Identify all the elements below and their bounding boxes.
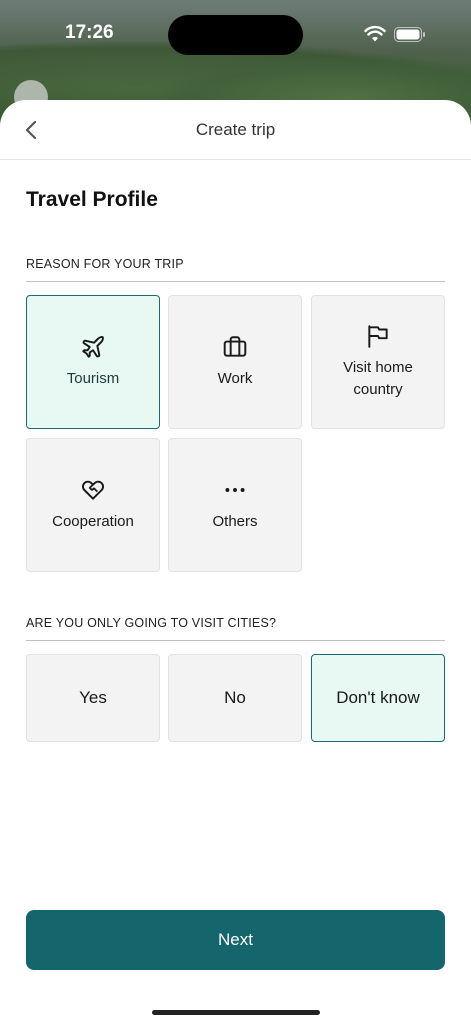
reason-divider	[26, 281, 445, 282]
battery-icon	[394, 27, 425, 42]
hand-heart-icon	[80, 477, 106, 503]
reason-option-label: Work	[217, 370, 253, 387]
cities-option-dont-know[interactable]: Don't know	[311, 654, 445, 742]
cities-option-no[interactable]: No	[168, 654, 302, 742]
reason-option-visit-home-country[interactable]: Visit home country	[311, 295, 445, 429]
plane-icon	[80, 334, 106, 360]
cities-option-label: No	[224, 688, 246, 707]
page-title: Travel Profile	[26, 188, 158, 211]
reason-option-label: Cooperation	[52, 513, 134, 530]
cities-option-yes[interactable]: Yes	[26, 654, 160, 742]
reason-option-label: Visit home country	[343, 359, 413, 398]
reason-option-work[interactable]: Work	[168, 295, 302, 429]
sheet-header: Create trip	[0, 100, 471, 160]
reason-option-others[interactable]: Others	[168, 438, 302, 572]
dynamic-island	[168, 15, 303, 55]
flag-icon	[365, 323, 391, 349]
status-time: 17:26	[65, 22, 114, 43]
next-button[interactable]: Next	[26, 910, 445, 970]
cities-option-label: Yes	[79, 688, 107, 707]
reason-section-label: REASON FOR YOUR TRIP	[26, 257, 184, 271]
reason-option-cooperation[interactable]: Cooperation	[26, 438, 160, 572]
wifi-icon	[364, 25, 386, 42]
home-indicator	[152, 1010, 320, 1015]
header-title: Create trip	[195, 120, 276, 139]
reason-option-label: Tourism	[66, 370, 120, 387]
reason-option-label: Others	[212, 513, 258, 530]
create-trip-sheet: Create trip Travel Profile REASON FOR YO…	[0, 100, 471, 1024]
briefcase-icon	[222, 334, 248, 360]
more-dots-icon	[222, 477, 248, 503]
cities-divider	[26, 640, 445, 641]
reason-option-tourism[interactable]: Tourism	[26, 295, 160, 429]
cities-option-label: Don't know	[336, 688, 420, 707]
status-bar: 17:26	[0, 0, 471, 70]
cities-section-label: ARE YOU ONLY GOING TO VISIT CITIES?	[26, 616, 277, 630]
